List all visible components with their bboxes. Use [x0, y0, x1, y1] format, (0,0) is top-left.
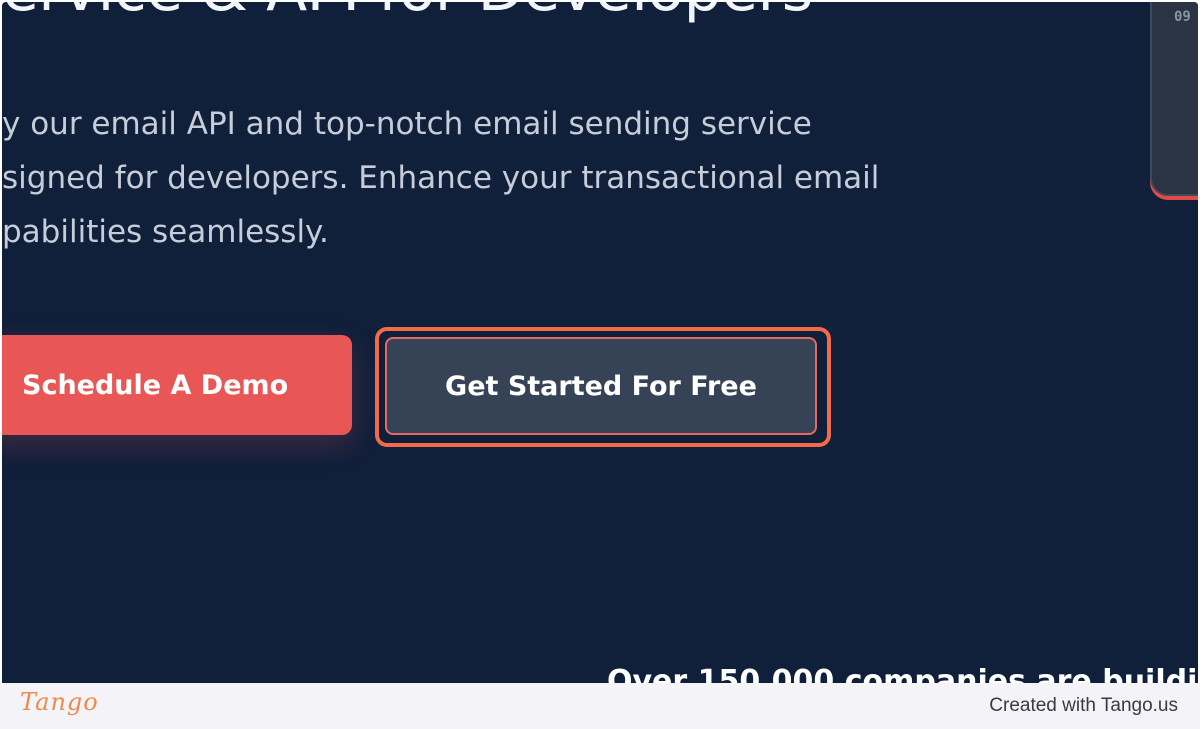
get-started-button[interactable]: Get Started For Free	[385, 337, 817, 435]
schedule-demo-button[interactable]: Schedule A Demo	[2, 335, 352, 435]
hero-title: ervice & API for Developers	[2, 2, 813, 20]
tango-logo: Tango	[20, 688, 99, 716]
tango-footer: Tango Created with Tango.us	[0, 683, 1200, 729]
companies-tagline: Over 150,000 companies are building	[607, 664, 1198, 684]
hero-description-line: signed for developers. Enhance your tran…	[2, 160, 880, 196]
webpage-viewport: ervice & API for Developers y our email …	[2, 2, 1198, 683]
hero-description-line: pabilities seamlessly.	[2, 214, 329, 250]
side-card	[1150, 2, 1198, 196]
side-card-number: 09	[1174, 9, 1191, 25]
hero-description-line: y our email API and top-notch email send…	[2, 106, 812, 142]
footer-credit: Created with Tango.us	[989, 695, 1178, 716]
hero-description: y our email API and top-notch email send…	[2, 97, 902, 259]
